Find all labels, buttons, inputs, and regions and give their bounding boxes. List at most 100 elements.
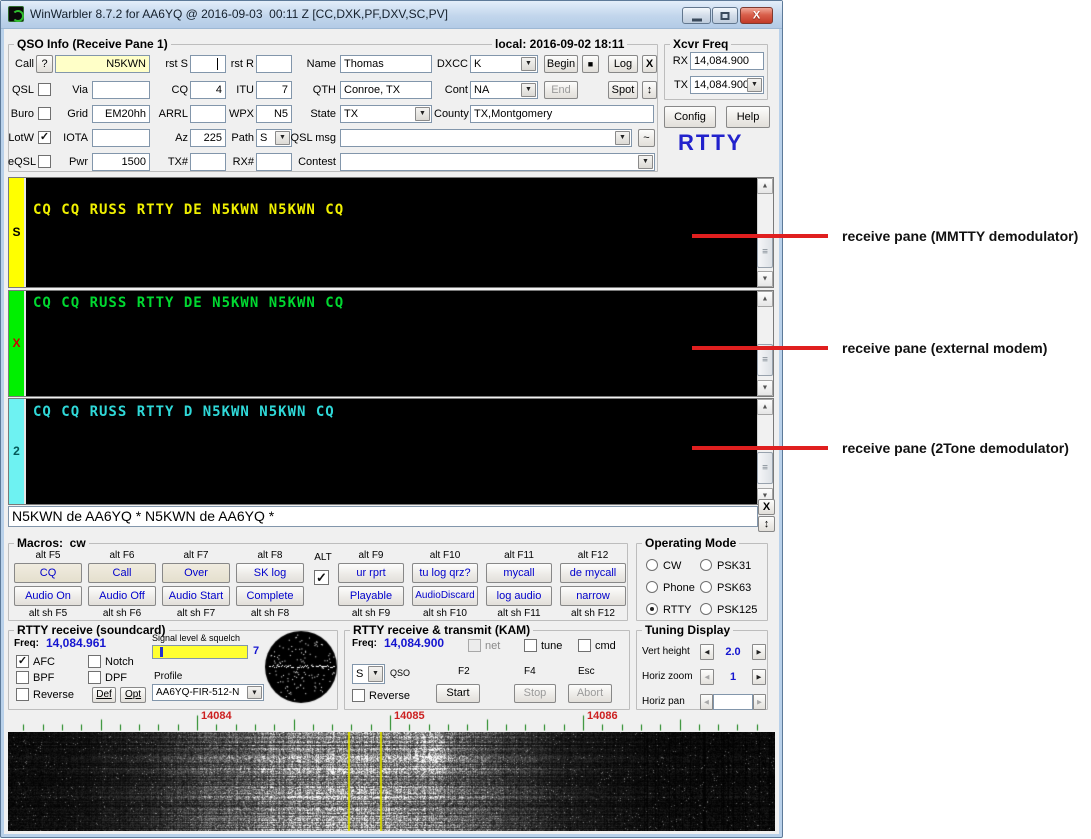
county-field[interactable]: TX,Montgomery xyxy=(470,105,654,123)
vert-height-decrease-button[interactable] xyxy=(700,644,714,660)
continent-combo[interactable]: NA xyxy=(470,81,538,99)
transmit-pane[interactable]: N5KWN de AA6YQ * N5KWN de AA6YQ * xyxy=(8,506,758,527)
radio-psk31[interactable] xyxy=(700,559,712,571)
scroll-up-button[interactable] xyxy=(757,399,773,415)
macro-button-audiodiscard[interactable]: AudioDiscard xyxy=(412,586,478,606)
dropdown-arrow-icon[interactable] xyxy=(275,131,290,145)
radio-rtty[interactable] xyxy=(646,603,658,615)
close-button[interactable]: X xyxy=(740,7,773,24)
itu-zone-field[interactable]: 7 xyxy=(256,81,292,99)
cmd-checkbox[interactable] xyxy=(578,639,591,652)
iota-field[interactable] xyxy=(92,129,150,147)
macro-button-audio-on[interactable]: Audio On xyxy=(14,586,82,606)
name-field[interactable]: Thomas xyxy=(340,55,432,73)
transmit-clear-button[interactable]: X xyxy=(758,499,775,515)
rx-freq-field[interactable]: 14,084.900 xyxy=(690,52,764,70)
tune-checkbox[interactable] xyxy=(524,639,537,652)
freq-updown-button[interactable]: ↕ xyxy=(642,81,657,99)
clear-button[interactable]: X xyxy=(642,55,657,73)
qsl-checkbox[interactable] xyxy=(38,83,51,96)
config-button[interactable]: Config xyxy=(664,106,716,128)
notch-checkbox[interactable] xyxy=(88,655,101,668)
log-button[interactable]: Log xyxy=(608,55,638,73)
radio-phone[interactable] xyxy=(646,581,658,593)
receive-pane-mmtty-strip[interactable]: S xyxy=(9,178,26,287)
dpf-checkbox[interactable] xyxy=(88,671,101,684)
opt-button[interactable]: Opt xyxy=(120,687,146,703)
transmit-updown-button[interactable]: ↕ xyxy=(758,516,775,532)
wpx-field[interactable]: N5 xyxy=(256,105,292,123)
dxcc-combo[interactable]: K xyxy=(470,55,538,73)
kam-mode-combo[interactable]: S xyxy=(352,664,385,684)
start-button[interactable]: Start xyxy=(436,684,480,703)
receive-pane-mmtty[interactable] xyxy=(8,177,774,288)
dropdown-arrow-icon[interactable] xyxy=(415,107,430,121)
lotw-checkbox[interactable]: ✓ xyxy=(38,131,51,144)
via-field[interactable] xyxy=(92,81,150,99)
qth-field[interactable]: Conroe, TX xyxy=(340,81,432,99)
state-combo[interactable]: TX xyxy=(340,105,432,123)
macro-button-over[interactable]: Over xyxy=(162,563,230,583)
profile-combo[interactable]: AA6YQ-FIR-512-N xyxy=(152,684,264,701)
scroll-thumb[interactable] xyxy=(757,452,773,484)
dropdown-arrow-icon[interactable] xyxy=(521,83,536,97)
squelch-marker[interactable] xyxy=(160,647,163,657)
horiz-zoom-increase-button[interactable] xyxy=(752,669,766,685)
macro-button-call[interactable]: Call xyxy=(88,563,156,583)
macro-button-sk-log[interactable]: SK log xyxy=(236,563,304,583)
tilde-button[interactable]: ~ xyxy=(638,129,655,147)
macro-button-audio-off[interactable]: Audio Off xyxy=(88,586,156,606)
dropdown-arrow-icon[interactable] xyxy=(247,686,262,699)
call-help-button[interactable]: ? xyxy=(36,55,53,73)
alt-checkbox[interactable]: ✓ xyxy=(314,570,329,585)
path-combo[interactable]: S xyxy=(256,129,292,147)
begin-button[interactable]: Begin xyxy=(544,55,578,73)
pwr-field[interactable]: 1500 xyxy=(92,153,150,171)
signal-level-bar[interactable] xyxy=(152,645,248,659)
tx-num-field[interactable] xyxy=(190,153,226,171)
dropdown-arrow-icon[interactable] xyxy=(747,78,762,92)
receive-pane-2tone-strip[interactable]: 2 xyxy=(9,399,26,504)
dropdown-arrow-icon[interactable] xyxy=(368,666,383,682)
radio-psk63[interactable] xyxy=(700,581,712,593)
macro-button-tu-log-qrz[interactable]: tu log qrz? xyxy=(412,563,478,583)
scroll-down-button[interactable] xyxy=(757,271,773,287)
macro-button-de-mycall[interactable]: de mycall xyxy=(560,563,626,583)
scroll-down-button[interactable] xyxy=(757,380,773,396)
waterfall-display[interactable] xyxy=(8,732,775,831)
dropdown-arrow-icon[interactable] xyxy=(638,155,653,169)
soundcard-reverse-checkbox[interactable] xyxy=(16,688,29,701)
eqsl-checkbox[interactable] xyxy=(38,155,51,168)
rst-r-field[interactable] xyxy=(256,55,292,73)
def-button[interactable]: Def xyxy=(92,687,116,703)
dropdown-arrow-icon[interactable] xyxy=(521,57,536,71)
rx-num-field[interactable] xyxy=(256,153,292,171)
stop-macro-button[interactable]: ■ xyxy=(582,55,599,73)
afc-checkbox[interactable]: ✓ xyxy=(16,655,29,668)
kam-reverse-checkbox[interactable] xyxy=(352,689,365,702)
macro-button-log-audio[interactable]: log audio xyxy=(486,586,552,606)
scroll-thumb[interactable] xyxy=(757,236,773,268)
help-button[interactable]: Help xyxy=(726,106,770,128)
macro-button-audio-start[interactable]: Audio Start xyxy=(162,586,230,606)
radio-cw[interactable] xyxy=(646,559,658,571)
minimize-button[interactable] xyxy=(682,7,711,24)
cq-zone-field[interactable]: 4 xyxy=(190,81,226,99)
macro-button-complete[interactable]: Complete xyxy=(236,586,304,606)
macro-button-ur-rprt[interactable]: ur rprt xyxy=(338,563,404,583)
az-field[interactable]: 225 xyxy=(190,129,226,147)
grid-field[interactable]: EM20hh xyxy=(92,105,150,123)
vert-height-increase-button[interactable] xyxy=(752,644,766,660)
bpf-checkbox[interactable] xyxy=(16,671,29,684)
buro-checkbox[interactable] xyxy=(38,107,51,120)
dropdown-arrow-icon[interactable] xyxy=(615,131,630,145)
macro-button-narrow[interactable]: narrow xyxy=(560,586,626,606)
macro-button-mycall[interactable]: mycall xyxy=(486,563,552,583)
tx-freq-combo[interactable]: 14,084.900 xyxy=(690,76,764,94)
contest-combo[interactable] xyxy=(340,153,655,171)
macro-button-cq[interactable]: CQ xyxy=(14,563,82,583)
spot-button[interactable]: Spot xyxy=(608,81,638,99)
arrl-field[interactable] xyxy=(190,105,226,123)
maximize-button[interactable] xyxy=(712,7,738,24)
qsl-msg-combo[interactable] xyxy=(340,129,632,147)
